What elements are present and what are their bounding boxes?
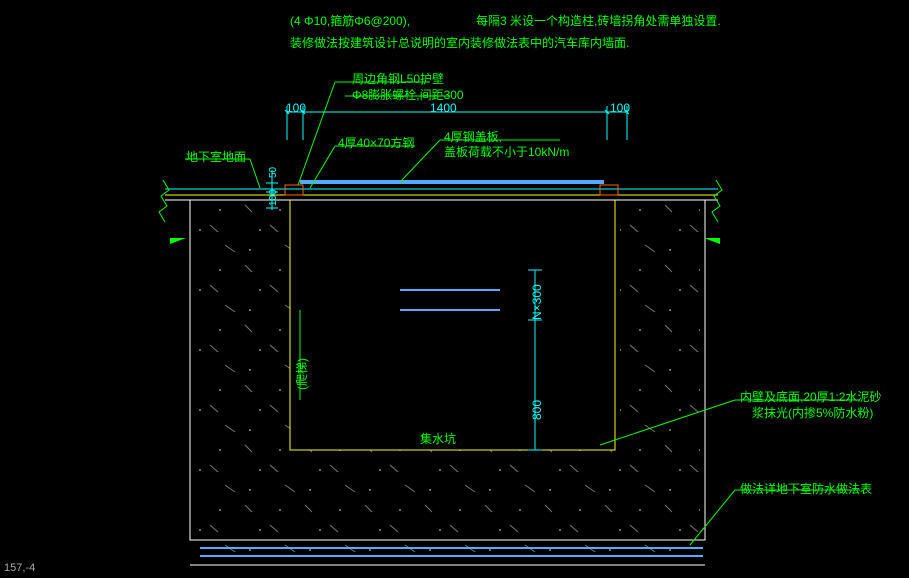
label-cover-load: 盖板荷载不小于10kN/m [444,143,569,160]
break-left [159,180,169,222]
dim-n300: N×300 [530,284,544,320]
label-inner-wall-1: 内壁及底面,20厚1:2水泥砂 [740,388,881,405]
dim-1400: 1400 [430,101,457,115]
label-inner-wall-2: 浆抹光(内掺5%防水粉) [752,404,873,421]
angle-left [285,185,303,195]
cursor-coord: 157,-4 [4,562,35,574]
concrete-hatch [193,198,700,560]
dim-100-left: 100 [286,101,306,115]
dim-v100: 100 [268,189,279,206]
label-square-tube: 4厚40×70方钢 [338,134,414,151]
label-pit-name: 集水坑 [420,430,456,447]
label-angle-steel: 周边角钢L50护壁 [352,70,444,87]
pit-inner [290,200,615,450]
label-waterproof-ref: 做法详地下室防水做法表 [740,480,872,497]
dim-50: 50 [268,167,279,178]
grade-arrow-l [170,238,186,244]
break-right [712,180,722,222]
leader-wp [690,490,860,545]
angle-right [600,185,618,195]
label-ladder: (爬梯) [293,358,310,390]
grade-arrow-r [704,238,720,244]
dim-800: 800 [530,400,544,420]
label-basement-floor: 地下室地面 [186,148,246,165]
dim-100-right: 100 [610,101,630,115]
